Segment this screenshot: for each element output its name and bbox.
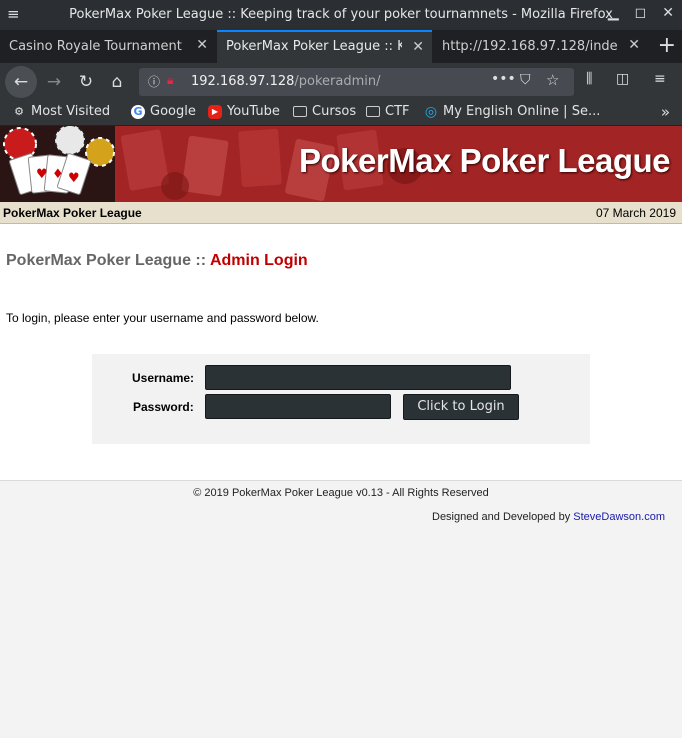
page-content: ♥ ♦ ♥ PokerMax Poker League PokerMax Pok… xyxy=(0,126,682,738)
google-icon: G xyxy=(131,104,145,119)
site-name: PokerMax Poker League xyxy=(3,206,142,220)
bookmarks-toolbar: ⚙ Most Visited G Google ▶ YouTube Cursos… xyxy=(0,100,682,126)
minimize-icon[interactable]: ▁ xyxy=(608,5,619,21)
insecure-lock-icon[interactable]: 🔒︎ xyxy=(167,73,173,88)
tab-label: http://192.168.97.128/index.php xyxy=(442,39,618,54)
url-text[interactable]: 192.168.97.128/pokeradmin/ xyxy=(191,74,381,89)
banner-title: PokerMax Poker League xyxy=(299,142,671,179)
poker-chips-image: ♥ ♦ ♥ xyxy=(0,126,115,202)
designer-credit: Designed and Developed by SteveDawson.co… xyxy=(432,511,665,523)
tab-pokermax[interactable]: PokerMax Poker League :: Keeping ✕ xyxy=(217,30,432,63)
navigation-toolbar: ← → ↻ ⌂ ⓘ 🔒︎ 192.168.97.128/pokeradmin/ … xyxy=(0,63,682,100)
login-form: Username: Password: Click to Login xyxy=(92,354,590,444)
designer-credit-text: Designed and Developed by xyxy=(432,511,571,523)
login-button[interactable]: Click to Login xyxy=(403,394,519,420)
current-date: 07 March 2019 xyxy=(595,206,676,220)
copyright-text: © 2019 PokerMax Poker League v0.13 - All… xyxy=(193,487,489,499)
bookmark-ctf[interactable]: CTF xyxy=(366,104,410,119)
username-input[interactable] xyxy=(205,365,511,390)
folder-icon xyxy=(366,106,380,117)
cards-and-chips-illustration: ♥ ♦ ♥ xyxy=(3,126,115,195)
url-bar[interactable]: ⓘ 🔒︎ 192.168.97.128/pokeradmin/ ••• ⛉ ☆ xyxy=(139,68,574,96)
bookmark-label: YouTube xyxy=(227,104,280,119)
info-icon[interactable]: ⓘ xyxy=(148,73,160,90)
reload-icon[interactable]: ↻ xyxy=(72,68,100,96)
bookmark-label: Most Visited xyxy=(31,104,111,119)
svg-text:♦: ♦ xyxy=(52,167,64,182)
tab-close-icon[interactable]: ✕ xyxy=(412,39,424,55)
url-host: 192.168.97.128 xyxy=(191,74,295,89)
tab-close-icon[interactable]: ✕ xyxy=(196,37,208,53)
bookmark-youtube[interactable]: ▶ YouTube xyxy=(208,104,280,119)
site-subbar: PokerMax Poker League 07 March 2019 xyxy=(0,202,682,224)
tab-casino-royale[interactable]: Casino Royale Tournament ✕ xyxy=(0,30,216,63)
page-title-admin-login: Admin Login xyxy=(209,252,308,269)
bookmark-most-visited[interactable]: ⚙ Most Visited xyxy=(12,104,110,119)
page-actions-icon[interactable]: ••• xyxy=(491,71,516,87)
bookmark-label: Google xyxy=(150,104,196,119)
tab-index-php[interactable]: http://192.168.97.128/index.php ✕ xyxy=(433,30,648,63)
tab-close-icon[interactable]: ✕ xyxy=(628,37,640,53)
tab-bar: Casino Royale Tournament ✕ PokerMax Poke… xyxy=(0,30,682,63)
window-title: PokerMax Poker League :: Keeping track o… xyxy=(69,7,613,22)
bookmark-label: CTF xyxy=(385,104,410,119)
maximize-icon[interactable]: ◻ xyxy=(635,5,647,21)
home-icon[interactable]: ⌂ xyxy=(103,68,131,96)
svg-text:♥: ♥ xyxy=(68,171,80,186)
more-bookmarks-icon[interactable]: » xyxy=(661,103,670,121)
folder-icon xyxy=(293,106,307,117)
gear-icon: ⚙ xyxy=(14,104,24,118)
login-instructions: To login, please enter your username and… xyxy=(6,311,319,325)
bookmark-cursos[interactable]: Cursos xyxy=(293,104,356,119)
pocket-icon[interactable]: ⛉ xyxy=(520,72,531,88)
window-controls: ▁ ◻ ✕ xyxy=(608,5,674,21)
page-title-prefix: PokerMax Poker League :: xyxy=(6,252,207,269)
password-input[interactable] xyxy=(205,394,391,419)
bookmark-label: My English Online | Se... xyxy=(443,104,601,119)
english-online-icon: ◎ xyxy=(424,103,438,120)
password-label: Password: xyxy=(133,400,194,414)
back-icon[interactable]: ← xyxy=(5,66,37,98)
new-tab-icon[interactable]: + xyxy=(658,33,676,58)
bookmark-google[interactable]: G Google xyxy=(131,104,196,119)
bookmark-label: Cursos xyxy=(312,104,357,119)
url-path: /pokeradmin/ xyxy=(294,74,381,89)
bookmark-star-icon[interactable]: ☆ xyxy=(546,71,559,89)
close-icon[interactable]: ✕ xyxy=(662,5,674,21)
svg-text:♥: ♥ xyxy=(36,167,48,182)
sidebar-icon[interactable]: ◫ xyxy=(616,71,629,87)
tab-label: Casino Royale Tournament xyxy=(9,39,182,54)
tab-label: PokerMax Poker League :: Keeping xyxy=(226,39,402,54)
youtube-icon: ▶ xyxy=(208,104,222,119)
designer-link[interactable]: SteveDawson.com xyxy=(573,511,665,523)
site-banner: ♥ ♦ ♥ PokerMax Poker League xyxy=(0,126,682,202)
username-label: Username: xyxy=(132,371,195,385)
forward-icon[interactable]: → xyxy=(40,68,68,96)
bookmark-english-online[interactable]: ◎ My English Online | Se... xyxy=(424,104,600,119)
app-menu-icon[interactable]: ≡ xyxy=(654,71,666,87)
library-icon[interactable]: ⫼ xyxy=(586,71,592,87)
window-titlebar: ≡ PokerMax Poker League :: Keeping track… xyxy=(0,0,682,30)
page-title: PokerMax Poker League :: Admin Login xyxy=(6,252,308,270)
